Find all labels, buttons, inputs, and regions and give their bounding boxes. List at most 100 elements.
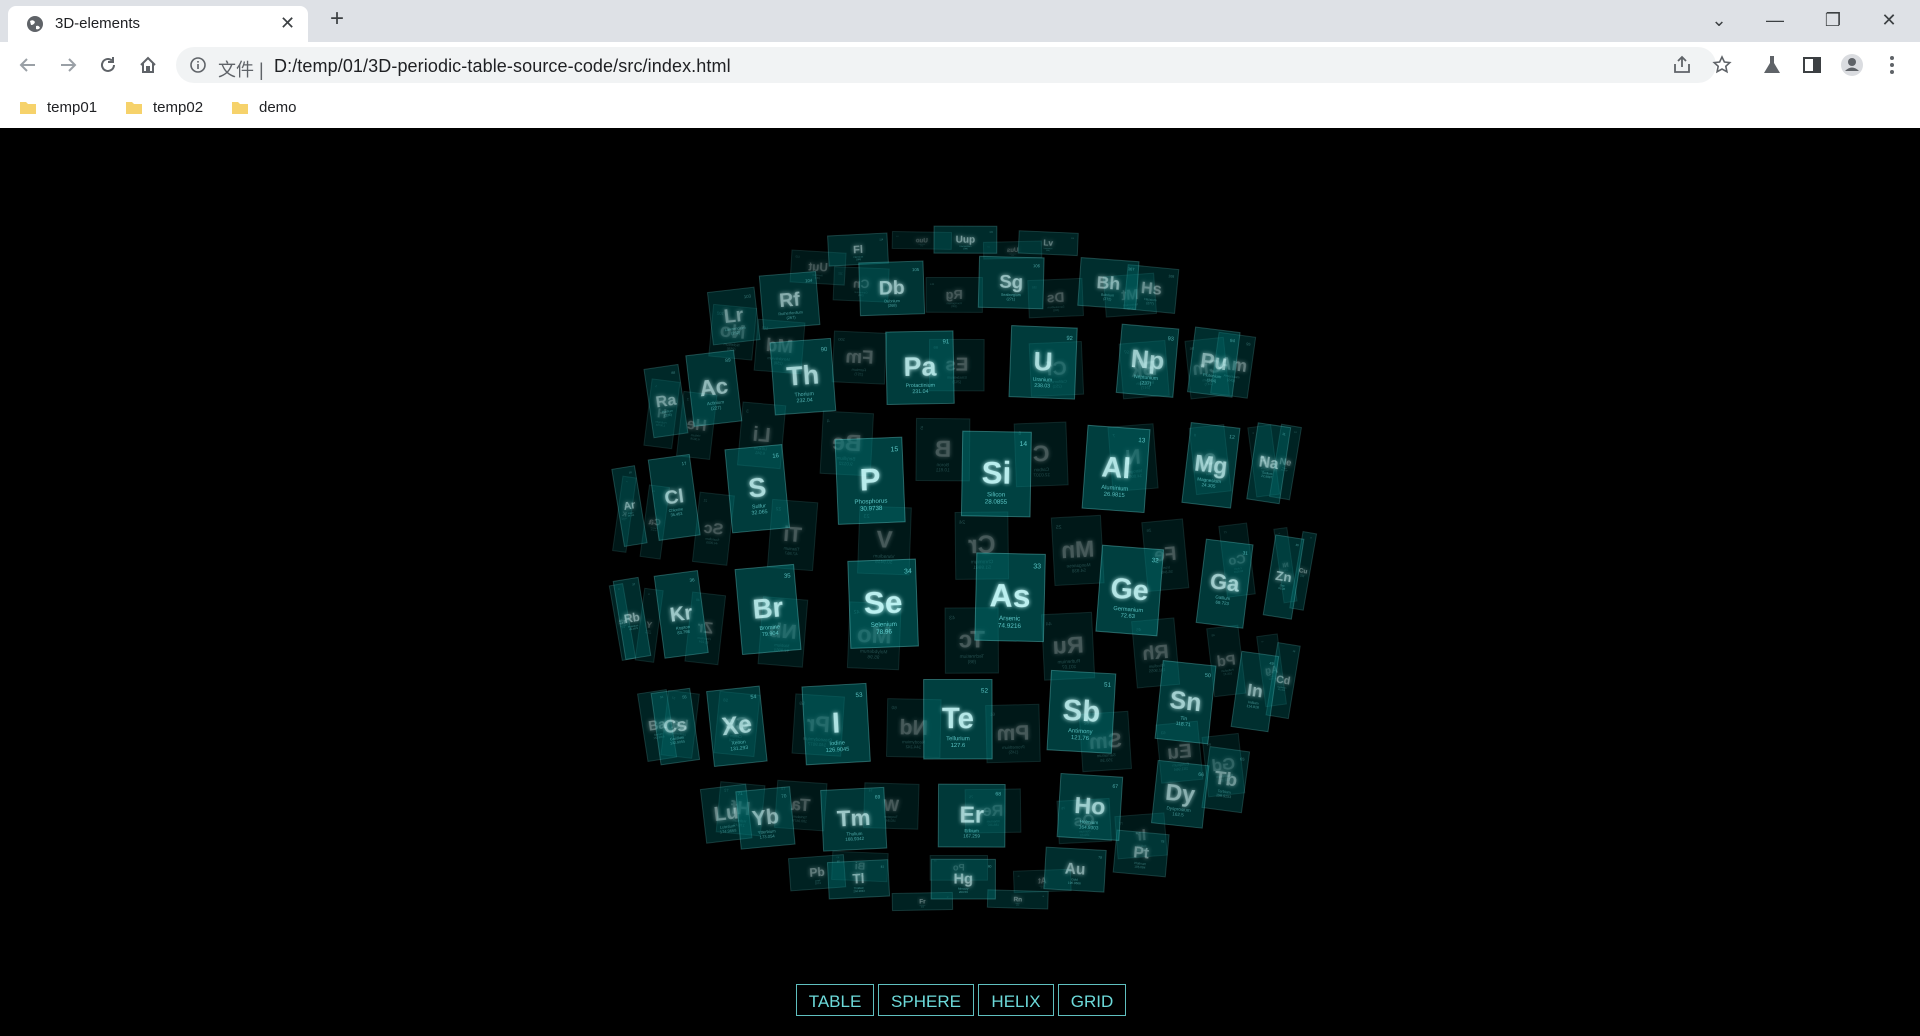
element-tile-fl[interactable]: 114FlFlerovium(289): [827, 232, 889, 267]
element-mass: 121.76: [1071, 735, 1090, 742]
sphere-button[interactable]: SPHERE: [878, 984, 974, 1016]
element-tile-pu[interactable]: 94PuPlutonium(244): [1186, 326, 1241, 398]
element-number: 66: [1198, 772, 1204, 779]
reload-button[interactable]: [92, 49, 124, 81]
element-mass: 204.3833: [853, 889, 865, 894]
element-symbol: Sc: [703, 519, 725, 539]
element-tile-rg[interactable]: 111RgRoentgenium(280): [925, 276, 983, 313]
page-viewport: 24CrChromium51.996143TcTechnetium(98)23V…: [0, 128, 1920, 1036]
element-name: Silicon: [987, 491, 1006, 498]
helix-button[interactable]: HELIX: [978, 984, 1054, 1016]
element-tile-kr[interactable]: 36KrKrypton83.798: [653, 570, 709, 659]
element-tile-lr[interactable]: 103LrLawrencium(262): [706, 286, 761, 346]
element-symbol: Ac: [698, 373, 729, 401]
element-tile-mg[interactable]: 12MgMagnesium24.305: [1181, 422, 1241, 509]
element-tile-tm[interactable]: 69TmThulium168.9342: [820, 786, 888, 852]
scheme-label: 文件 |: [218, 60, 264, 80]
element-symbol: Sn: [1168, 687, 1202, 717]
back-button[interactable]: [12, 49, 44, 81]
home-button[interactable]: [132, 49, 164, 81]
restore-button[interactable]: ❐: [1810, 4, 1856, 36]
element-symbol: Ta: [790, 794, 811, 815]
element-tile-ga[interactable]: 31GaGallium69.723: [1195, 538, 1254, 629]
grid-button[interactable]: GRID: [1058, 984, 1126, 1016]
element-tile-pa[interactable]: 91PaProtactinium231.04: [885, 330, 955, 405]
element-tile-uup[interactable]: 115UupUnunpentium(288): [933, 225, 998, 254]
element-tile-hg[interactable]: 80HgMercury200.59: [930, 858, 996, 900]
forward-button[interactable]: [52, 49, 84, 81]
element-tile-rf[interactable]: 104RfRutherfordium(267): [758, 270, 821, 330]
element-tile-yb[interactable]: 70YbYtterbium173.054: [735, 786, 796, 850]
info-icon[interactable]: [190, 57, 206, 73]
element-tile-sg[interactable]: 106SgSeaborgium(271): [977, 255, 1045, 310]
element-tile-ge[interactable]: 32GeGermanium72.63: [1095, 544, 1165, 637]
element-number: 34: [904, 568, 912, 575]
new-tab-button[interactable]: +: [324, 6, 350, 32]
element-mass: 183.84: [886, 819, 896, 823]
address-bar[interactable]: 文件 | D:/temp/01/3D-periodic-table-source…: [176, 47, 1732, 83]
element-tile-si[interactable]: 14 SiSilicon28.0855: [960, 430, 1032, 518]
tab-title: 3D-elements: [55, 15, 141, 32]
bookmark-label: demo: [259, 99, 297, 116]
element-tile-i[interactable]: 53IIodine126.9045: [801, 682, 871, 766]
close-window-button[interactable]: ✕: [1866, 4, 1912, 36]
element-number: 32: [1151, 557, 1159, 565]
element-tile-xe[interactable]: 54XeXenon131.293: [706, 685, 768, 768]
url-text[interactable]: D:/temp/01/3D-periodic-table-source-code…: [274, 56, 731, 77]
side-panel-icon[interactable]: [1797, 50, 1827, 80]
element-tile-dy[interactable]: 66DyDysprosium162.5: [1150, 759, 1210, 829]
element-tile-tb[interactable]: 65TbTerbium158.9253: [1201, 746, 1251, 814]
element-tile-s[interactable]: 16SSulfur32.065: [724, 444, 791, 534]
star-icon[interactable]: [1712, 55, 1732, 75]
minimize-button[interactable]: —: [1752, 4, 1798, 36]
element-tile-sn[interactable]: 50SnTin118.71: [1154, 659, 1217, 745]
element-mass: (267): [786, 314, 796, 320]
element-symbol: Tb: [1213, 767, 1238, 791]
element-tile-p[interactable]: 15PPhosphorus30.9738: [834, 436, 906, 525]
element-tile-as[interactable]: 33AsArsenic74.9216: [974, 552, 1046, 643]
element-name: Technetium: [960, 654, 985, 660]
element-tile-al[interactable]: 13AlAluminium26.9815: [1081, 424, 1151, 514]
table-button[interactable]: TABLE: [796, 984, 874, 1016]
element-tile-br[interactable]: 35BrBromine79.904: [734, 563, 802, 656]
element-symbol: Ge: [1109, 573, 1149, 608]
element-symbol: Rg: [946, 287, 963, 302]
element-tile-sb[interactable]: 51SbAntimony121.76: [1046, 669, 1117, 754]
labs-flask-icon[interactable]: [1757, 50, 1787, 80]
profile-avatar-icon[interactable]: [1837, 50, 1867, 80]
element-mass: 150.36: [1099, 757, 1113, 763]
element-tile-np[interactable]: 93NpNeptunium(237): [1115, 323, 1180, 398]
element-number: 92: [1066, 336, 1073, 342]
more-menu-icon[interactable]: [1877, 50, 1907, 80]
element-tile-th[interactable]: 90ThThorium232.04: [769, 337, 837, 416]
element-number: 4: [826, 418, 829, 424]
element-number: 68: [995, 791, 1001, 797]
element-tile-se[interactable]: 34 SeSelenium78.96: [847, 558, 919, 649]
element-tile-ho[interactable]: 67HoHolmium164.9303: [1056, 772, 1124, 841]
element-tile-er[interactable]: 68 ErErbium167.259: [937, 783, 1006, 848]
element-tile-ac[interactable]: 89AcActinium(227): [685, 349, 743, 427]
element-tile-bh[interactable]: 107BhBohrium(272): [1077, 257, 1140, 310]
tab-search-dropdown-icon[interactable]: ⌄: [1696, 4, 1742, 36]
element-tile-au[interactable]: 79AuGold196.9666: [1043, 846, 1107, 893]
element-tile-pm[interactable]: 61PmPromethium(145): [985, 703, 1041, 764]
element-tile-tl[interactable]: 81TlThallium204.3833: [826, 859, 891, 900]
element-number: 35: [784, 573, 792, 580]
element-tile-te[interactable]: 52 TeTellurium127.6: [923, 678, 993, 760]
element-tile-rn[interactable]: 86RnRadon(222): [986, 889, 1049, 910]
tab-active[interactable]: 3D-elements ✕: [8, 6, 308, 42]
element-sphere[interactable]: 24CrChromium51.996143TcTechnetium(98)23V…: [0, 128, 1920, 1036]
element-symbol: Fl: [853, 244, 863, 256]
tab-close-icon[interactable]: ✕: [280, 12, 295, 34]
element-number: 49: [1269, 661, 1274, 666]
element-tile-fm[interactable]: 100FmFermium(257): [831, 330, 888, 385]
element-tile-mn[interactable]: 25MnManganese54.938: [1050, 514, 1105, 587]
element-tile-u[interactable]: 92UUranium238.03: [1008, 325, 1078, 400]
element-number: 15: [890, 446, 898, 453]
element-symbol: B: [935, 436, 952, 462]
element-tile-ru[interactable]: 44RuRuthenium101.07: [1040, 611, 1096, 681]
share-icon[interactable]: [1672, 55, 1692, 75]
element-tile-pt[interactable]: 78PtPlatinum195.084: [1112, 829, 1170, 878]
element-tile-db[interactable]: 105DbDubnium(268): [858, 260, 926, 317]
element-tile-lv[interactable]: 116 LvLivermorium(293): [1017, 230, 1079, 257]
